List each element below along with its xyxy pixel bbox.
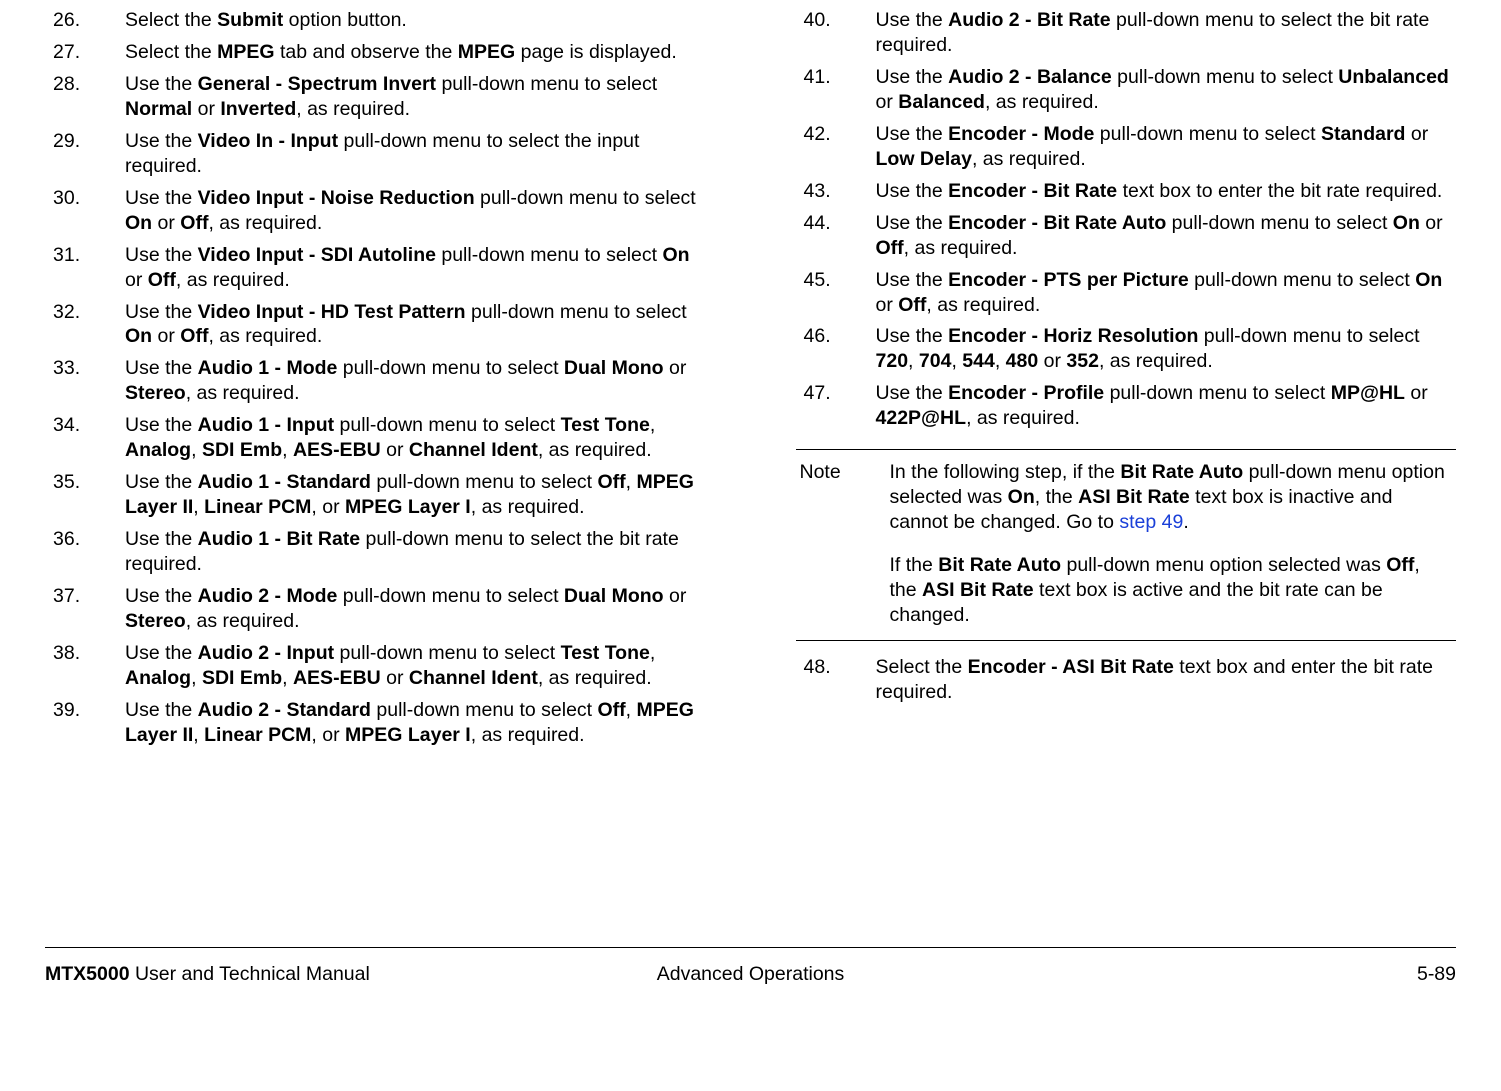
step-text: Use the Audio 1 - Input pull-down menu t… bbox=[125, 413, 706, 463]
step-text: Use the Audio 2 - Mode pull-down menu to… bbox=[125, 584, 706, 634]
step-number: 37. bbox=[45, 584, 125, 634]
step-number: 30. bbox=[45, 186, 125, 236]
step-item: 32.Use the Video Input - HD Test Pattern… bbox=[45, 300, 706, 350]
step-number: 43. bbox=[796, 179, 876, 204]
step-text: Use the Audio 2 - Input pull-down menu t… bbox=[125, 641, 706, 691]
step-number: 41. bbox=[796, 65, 876, 115]
steps-list-left: 26.Select the Submit option button.27.Se… bbox=[45, 8, 706, 748]
note-paragraph: In the following step, if the Bit Rate A… bbox=[890, 460, 1453, 535]
step-item: 35.Use the Audio 1 - Standard pull-down … bbox=[45, 470, 706, 520]
step-number: 32. bbox=[45, 300, 125, 350]
page-footer: MTX5000 User and Technical Manual Advanc… bbox=[45, 962, 1456, 987]
footer-left-rest: User and Technical Manual bbox=[130, 963, 370, 985]
step-text: Use the Audio 1 - Bit Rate pull-down men… bbox=[125, 527, 706, 577]
step-item: 44.Use the Encoder - Bit Rate Auto pull-… bbox=[796, 211, 1457, 261]
step-number: 45. bbox=[796, 268, 876, 318]
step-item: 34.Use the Audio 1 - Input pull-down men… bbox=[45, 413, 706, 463]
step-item: 38.Use the Audio 2 - Input pull-down men… bbox=[45, 641, 706, 691]
step-text: Use the Audio 1 - Standard pull-down men… bbox=[125, 470, 706, 520]
step-number: 31. bbox=[45, 243, 125, 293]
step-text: Select the Encoder - ASI Bit Rate text b… bbox=[876, 655, 1457, 705]
step-reference-link[interactable]: step 49 bbox=[1119, 511, 1183, 533]
document-page: 26.Select the Submit option button.27.Se… bbox=[0, 0, 1501, 1091]
step-text: Use the Encoder - Bit Rate text box to e… bbox=[876, 179, 1457, 204]
step-number: 35. bbox=[45, 470, 125, 520]
step-text: Use the Encoder - PTS per Picture pull-d… bbox=[876, 268, 1457, 318]
step-number: 40. bbox=[796, 8, 876, 58]
step-item: 43.Use the Encoder - Bit Rate text box t… bbox=[796, 179, 1457, 204]
step-number: 44. bbox=[796, 211, 876, 261]
step-item: 48.Select the Encoder - ASI Bit Rate tex… bbox=[796, 655, 1457, 705]
step-number: 33. bbox=[45, 356, 125, 406]
left-column: 26.Select the Submit option button.27.Se… bbox=[45, 8, 706, 918]
right-column: 40.Use the Audio 2 - Bit Rate pull-down … bbox=[796, 8, 1457, 918]
step-number: 38. bbox=[45, 641, 125, 691]
step-number: 36. bbox=[45, 527, 125, 577]
step-text: Use the Encoder - Horiz Resolution pull-… bbox=[876, 324, 1457, 374]
step-item: 36.Use the Audio 1 - Bit Rate pull-down … bbox=[45, 527, 706, 577]
step-number: 42. bbox=[796, 122, 876, 172]
step-text: Use the Video Input - Noise Reduction pu… bbox=[125, 186, 706, 236]
footer-left: MTX5000 User and Technical Manual bbox=[45, 962, 370, 987]
step-number: 39. bbox=[45, 698, 125, 748]
step-text: Use the Video In - Input pull-down menu … bbox=[125, 129, 706, 179]
note-body: In the following step, if the Bit Rate A… bbox=[890, 460, 1453, 628]
step-number: 46. bbox=[796, 324, 876, 374]
step-number: 26. bbox=[45, 8, 125, 33]
two-column-layout: 26.Select the Submit option button.27.Se… bbox=[45, 8, 1456, 918]
step-text: Use the Encoder - Mode pull-down menu to… bbox=[876, 122, 1457, 172]
step-item: 47.Use the Encoder - Profile pull-down m… bbox=[796, 381, 1457, 431]
step-text: Use the Video Input - HD Test Pattern pu… bbox=[125, 300, 706, 350]
footer-rule bbox=[45, 947, 1456, 948]
step-text: Use the Audio 1 - Mode pull-down menu to… bbox=[125, 356, 706, 406]
steps-list-right-bottom: 48.Select the Encoder - ASI Bit Rate tex… bbox=[796, 655, 1457, 705]
note-paragraph: If the Bit Rate Auto pull-down menu opti… bbox=[890, 553, 1453, 628]
footer-right: 5-89 bbox=[1417, 962, 1456, 987]
step-item: 28.Use the General - Spectrum Invert pul… bbox=[45, 72, 706, 122]
step-text: Use the Audio 2 - Balance pull-down menu… bbox=[876, 65, 1457, 115]
step-text: Use the Encoder - Profile pull-down menu… bbox=[876, 381, 1457, 431]
step-item: 45.Use the Encoder - PTS per Picture pul… bbox=[796, 268, 1457, 318]
step-number: 34. bbox=[45, 413, 125, 463]
step-item: 39.Use the Audio 2 - Standard pull-down … bbox=[45, 698, 706, 748]
step-number: 27. bbox=[45, 40, 125, 65]
step-item: 37.Use the Audio 2 - Mode pull-down menu… bbox=[45, 584, 706, 634]
step-text: Use the Audio 2 - Standard pull-down men… bbox=[125, 698, 706, 748]
step-item: 41.Use the Audio 2 - Balance pull-down m… bbox=[796, 65, 1457, 115]
step-text: Use the Video Input - SDI Autoline pull-… bbox=[125, 243, 706, 293]
step-text: Use the General - Spectrum Invert pull-d… bbox=[125, 72, 706, 122]
step-item: 30.Use the Video Input - Noise Reduction… bbox=[45, 186, 706, 236]
footer-left-bold: MTX5000 bbox=[45, 963, 130, 985]
step-text: Use the Encoder - Bit Rate Auto pull-dow… bbox=[876, 211, 1457, 261]
step-item: 31.Use the Video Input - SDI Autoline pu… bbox=[45, 243, 706, 293]
step-item: 46.Use the Encoder - Horiz Resolution pu… bbox=[796, 324, 1457, 374]
step-item: 33.Use the Audio 1 - Mode pull-down menu… bbox=[45, 356, 706, 406]
note-block: Note In the following step, if the Bit R… bbox=[796, 449, 1457, 641]
step-text: Select the MPEG tab and observe the MPEG… bbox=[125, 40, 706, 65]
note-label: Note bbox=[796, 460, 890, 628]
step-text: Use the Audio 2 - Bit Rate pull-down men… bbox=[876, 8, 1457, 58]
step-number: 29. bbox=[45, 129, 125, 179]
step-item: 40.Use the Audio 2 - Bit Rate pull-down … bbox=[796, 8, 1457, 58]
step-item: 42.Use the Encoder - Mode pull-down menu… bbox=[796, 122, 1457, 172]
step-number: 47. bbox=[796, 381, 876, 431]
step-item: 29.Use the Video In - Input pull-down me… bbox=[45, 129, 706, 179]
step-number: 28. bbox=[45, 72, 125, 122]
steps-list-right-top: 40.Use the Audio 2 - Bit Rate pull-down … bbox=[796, 8, 1457, 431]
step-item: 27.Select the MPEG tab and observe the M… bbox=[45, 40, 706, 65]
step-number: 48. bbox=[796, 655, 876, 705]
step-item: 26.Select the Submit option button. bbox=[45, 8, 706, 33]
step-text: Select the Submit option button. bbox=[125, 8, 706, 33]
